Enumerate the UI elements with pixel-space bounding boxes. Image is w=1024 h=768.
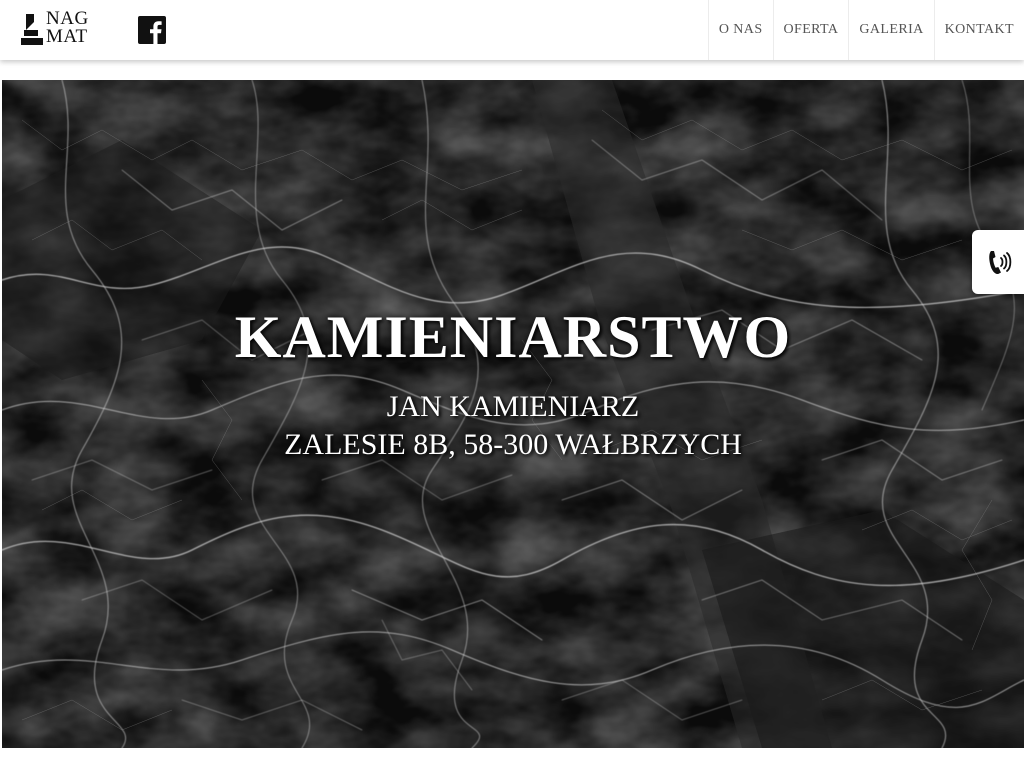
hero-subtitle: JAN KAMIENIARZ ZALESIE 8B, 58-300 WAŁBRZ… xyxy=(2,388,1024,464)
hero-address: ZALESIE 8B, 58-300 WAŁBRZYCH xyxy=(284,428,742,461)
hero-owner-name: JAN KAMIENIARZ xyxy=(386,390,640,423)
hero-title: KAMIENIARSTWO xyxy=(234,304,792,370)
nav-item-kontakt[interactable]: KONTAKT xyxy=(933,0,1024,60)
nav-item-oferta[interactable]: OFERTA xyxy=(772,0,849,60)
facebook-icon xyxy=(138,16,166,44)
facebook-link[interactable] xyxy=(138,16,166,44)
logo[interactable]: NAG MAT xyxy=(20,9,104,50)
nav-item-o-nas[interactable]: O NAS xyxy=(707,0,773,60)
nav-item-galeria[interactable]: GALERIA xyxy=(848,0,933,60)
logo-text: NAG MAT xyxy=(46,9,89,47)
logo-line-2: MAT xyxy=(46,26,88,47)
site-header: NAG MAT O NAS OFERTA GALERIA KONTAKT xyxy=(0,0,1024,60)
phone-contact-button[interactable] xyxy=(972,230,1024,294)
main-nav: O NAS OFERTA GALERIA KONTAKT xyxy=(707,0,1024,60)
hero-section: KAMIENIARSTWO JAN KAMIENIARZ ZALESIE 8B,… xyxy=(2,80,1024,748)
phone-icon xyxy=(989,251,1012,275)
logo-mark-icon xyxy=(21,14,43,45)
